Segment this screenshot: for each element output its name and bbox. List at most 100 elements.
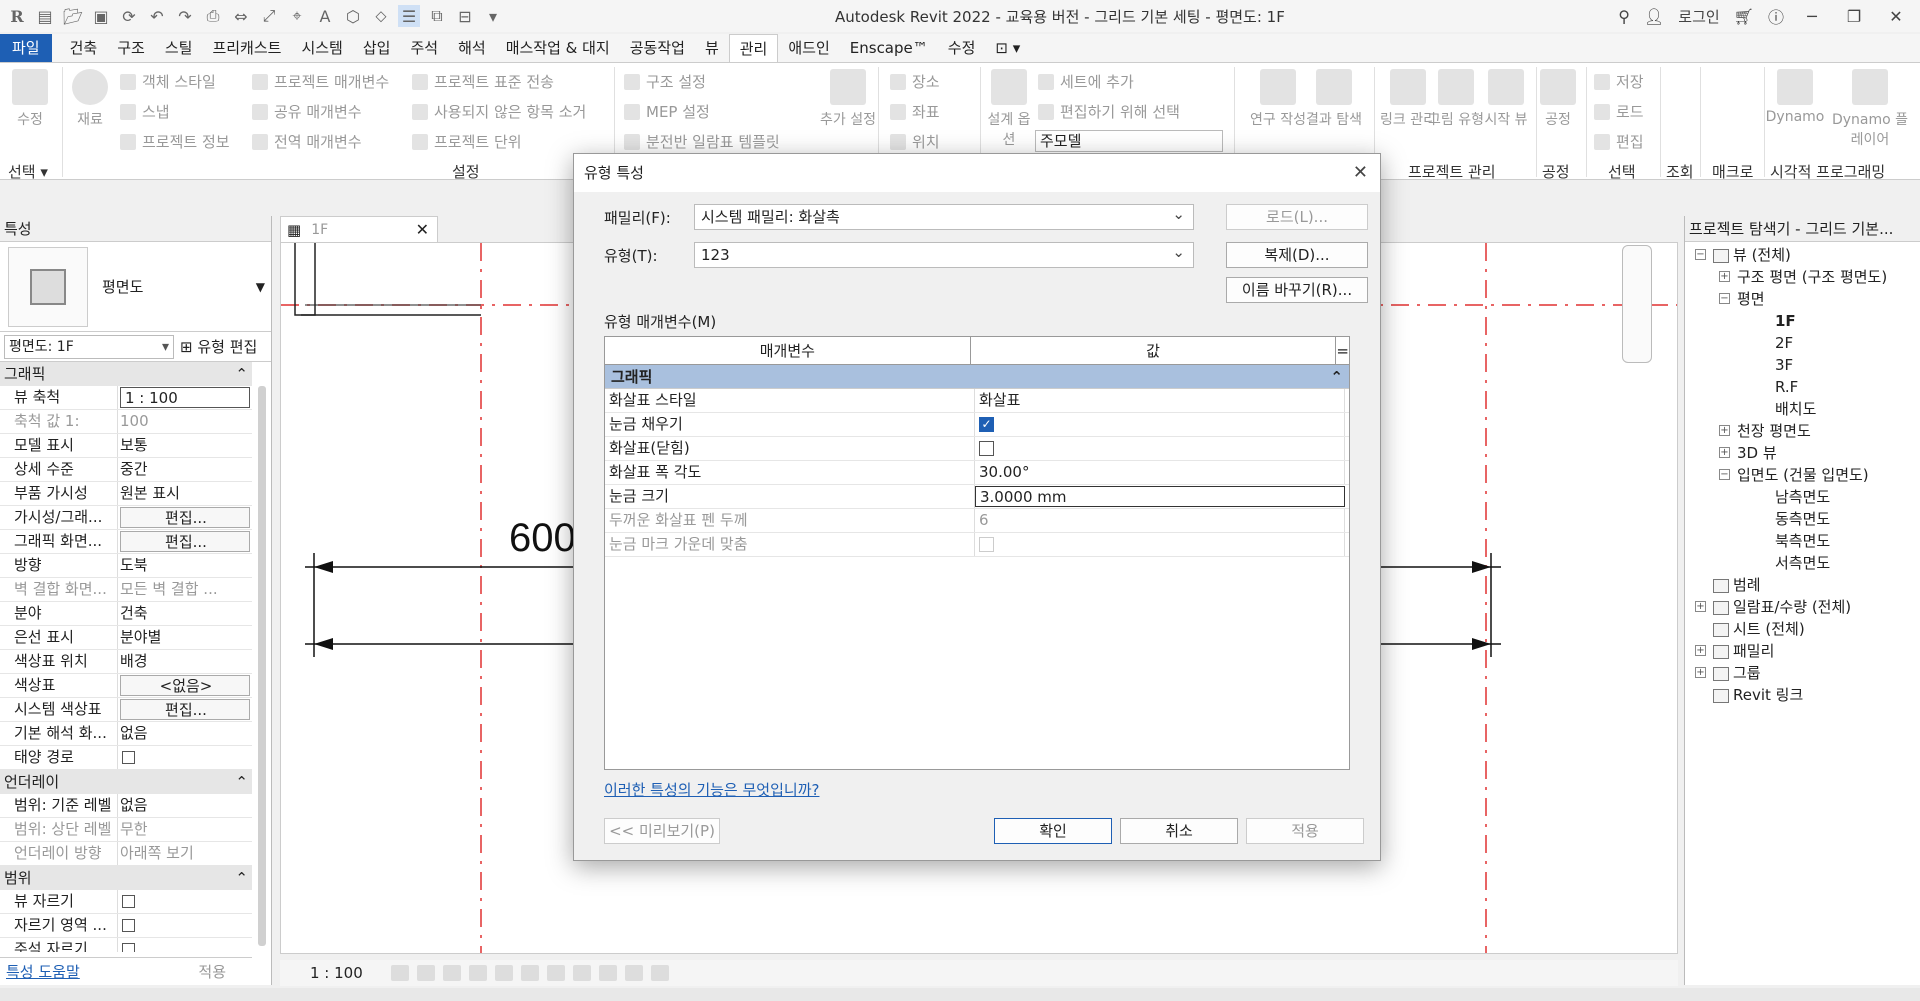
tab-11[interactable]: 뷰 bbox=[695, 34, 729, 62]
browser-item[interactable]: + 구조 평면 (구조 평면도) bbox=[1685, 266, 1920, 288]
design-options-button[interactable]: 설계 옵션 bbox=[984, 69, 1034, 149]
property-value[interactable]: 도북 bbox=[118, 554, 252, 577]
minimize-icon[interactable]: ─ bbox=[1798, 7, 1826, 26]
starting-view-button[interactable]: 시작 뷰 bbox=[1478, 69, 1534, 129]
browser-item[interactable]: 배치도 bbox=[1685, 398, 1920, 420]
shared-params-button[interactable]: 공유 매개변수 bbox=[252, 101, 362, 122]
param-checkbox[interactable] bbox=[979, 441, 994, 456]
mep-settings-button[interactable]: MEP 설정 bbox=[624, 101, 710, 122]
tab-13[interactable]: 애드인 bbox=[778, 34, 839, 62]
location-button[interactable]: 장소 bbox=[890, 71, 940, 92]
login-label[interactable]: 로그인 bbox=[1678, 6, 1719, 27]
type-selector[interactable]: 평면도 ▼ bbox=[0, 242, 271, 332]
revit-logo-icon[interactable]: R bbox=[6, 5, 28, 27]
collapse-icon[interactable]: − bbox=[1695, 249, 1706, 260]
properties-section-header[interactable]: 그래픽 ⌃ bbox=[0, 362, 252, 386]
property-edit-button[interactable]: 편집... bbox=[120, 699, 250, 720]
search-binoculars-icon[interactable]: ⚲ bbox=[1618, 7, 1630, 26]
browser-item[interactable]: + 패밀리 bbox=[1685, 640, 1920, 662]
collapse-icon[interactable]: ⌃ bbox=[235, 362, 248, 385]
tab-10[interactable]: 공동작업 bbox=[620, 34, 695, 62]
add-to-set-button[interactable]: 세트에 추가 bbox=[1038, 71, 1134, 92]
properties-section-header[interactable]: 범위 ⌃ bbox=[0, 866, 252, 890]
collapse-icon[interactable]: − bbox=[1719, 293, 1730, 304]
close-view-icon[interactable]: ✕ bbox=[416, 220, 429, 239]
tab-3[interactable]: 스틸 bbox=[155, 34, 203, 62]
properties-section-header[interactable]: 언더레이 ⌃ bbox=[0, 770, 252, 794]
render-icon[interactable] bbox=[494, 965, 513, 981]
browser-item[interactable]: 3F bbox=[1685, 354, 1920, 376]
expand-icon[interactable]: + bbox=[1719, 425, 1730, 436]
3d-view-icon[interactable]: ⬡ bbox=[342, 5, 364, 27]
property-checkbox[interactable] bbox=[122, 919, 135, 932]
browser-item[interactable]: 2F bbox=[1685, 332, 1920, 354]
purge-button[interactable]: 사용되지 않은 항목 소거 bbox=[412, 101, 586, 122]
cancel-button[interactable]: 취소 bbox=[1120, 818, 1238, 844]
dialog-close-icon[interactable]: ✕ bbox=[1353, 154, 1368, 192]
collapse-icon[interactable]: ⌃ bbox=[235, 770, 248, 793]
show-crop-icon[interactable] bbox=[546, 965, 565, 981]
load-button[interactable]: 로드(L)... bbox=[1226, 204, 1368, 230]
expand-icon[interactable]: + bbox=[1719, 271, 1730, 282]
manage-images-button[interactable]: 그림 유형 bbox=[1428, 69, 1484, 129]
expand-icon[interactable]: + bbox=[1695, 601, 1706, 612]
help-icon[interactable]: ⓘ bbox=[1768, 4, 1784, 28]
tag-icon[interactable]: ⌖ bbox=[286, 5, 308, 27]
preview-button[interactable]: << 미리보기(P) bbox=[604, 818, 720, 844]
home-icon[interactable]: ▤ bbox=[34, 5, 56, 27]
visual-style-icon[interactable] bbox=[416, 965, 435, 981]
property-value[interactable]: 중간 bbox=[118, 458, 252, 481]
additional-settings-button[interactable]: 추가 설정 bbox=[818, 69, 878, 129]
study-create-button[interactable]: 연구 작성 bbox=[1250, 69, 1306, 129]
properties-apply-button[interactable]: 적용 bbox=[198, 961, 226, 982]
tab-4[interactable]: 프리캐스트 bbox=[202, 34, 291, 62]
view-scale[interactable]: 1 : 100 bbox=[310, 964, 363, 982]
property-checkbox[interactable] bbox=[122, 943, 135, 952]
panel-schedule-button[interactable]: 분전반 일람표 템플릿 bbox=[624, 131, 780, 152]
browser-item[interactable]: 시트 (전체) bbox=[1685, 618, 1920, 640]
graphics-section[interactable]: 그래픽 ⌃ bbox=[605, 365, 1349, 389]
value-column-header[interactable]: 값 bbox=[971, 337, 1337, 364]
save-icon[interactable]: ▣ bbox=[90, 5, 112, 27]
formula-column-header[interactable]: = bbox=[1336, 337, 1349, 364]
measure-icon[interactable]: ⇔ bbox=[230, 5, 252, 27]
snap-button[interactable]: 스냅 bbox=[120, 101, 170, 122]
tab-9[interactable]: 매스작업 & 대지 bbox=[496, 34, 620, 62]
reveal-hidden-icon[interactable] bbox=[598, 965, 617, 981]
property-value[interactable]: 없음 bbox=[118, 722, 252, 745]
browser-item[interactable]: − 입면도 (건물 입면도) bbox=[1685, 464, 1920, 486]
browser-item[interactable]: 1F bbox=[1685, 310, 1920, 332]
property-value[interactable]: 건축 bbox=[118, 602, 252, 625]
browser-item[interactable]: R.F bbox=[1685, 376, 1920, 398]
object-style-button[interactable]: 객체 스타일 bbox=[120, 71, 216, 92]
crop-view-icon[interactable] bbox=[520, 965, 539, 981]
property-value[interactable]: 없음 bbox=[118, 794, 252, 817]
customize-qat-icon[interactable]: ▾ bbox=[482, 5, 504, 27]
transfer-standards-button[interactable]: 프로젝트 표준 전송 bbox=[412, 71, 554, 92]
tab-14[interactable]: Enscape™ bbox=[840, 34, 938, 62]
expand-icon[interactable]: + bbox=[1695, 645, 1706, 656]
browser-item[interactable]: − 뷰 (전체) bbox=[1685, 244, 1920, 266]
help-link[interactable]: 이러한 특성의 기능은 무엇입니까? bbox=[604, 779, 819, 800]
temporary-properties-icon[interactable] bbox=[624, 965, 643, 981]
browser-item[interactable]: + 일람표/수량 (전체) bbox=[1685, 596, 1920, 618]
properties-scrollbar[interactable] bbox=[258, 386, 266, 946]
browser-item[interactable]: Revit 링크 bbox=[1685, 684, 1920, 706]
pick-to-edit-button[interactable]: 편집하기 위해 선택 bbox=[1038, 101, 1180, 122]
analytical-model-icon[interactable] bbox=[650, 965, 669, 981]
property-checkbox[interactable] bbox=[122, 895, 135, 908]
property-value[interactable]: 보통 bbox=[118, 434, 252, 457]
global-params-button[interactable]: 전역 매개변수 bbox=[252, 131, 362, 152]
print-icon[interactable]: ⎙ bbox=[202, 5, 224, 27]
property-value[interactable]: 원본 표시 bbox=[118, 482, 252, 505]
tab-2[interactable]: 구조 bbox=[107, 34, 155, 62]
browser-item[interactable]: + 그룹 bbox=[1685, 662, 1920, 684]
result-explore-button[interactable]: 결과 탐색 bbox=[1306, 69, 1362, 129]
coordinates-button[interactable]: 좌표 bbox=[890, 101, 940, 122]
group-select[interactable]: 선택 ▾ bbox=[8, 161, 48, 182]
save-selection-button[interactable]: 저장 bbox=[1594, 71, 1644, 92]
property-edit-button[interactable]: 편집... bbox=[120, 507, 250, 528]
section-icon[interactable]: ⬦ bbox=[370, 5, 392, 27]
param-value[interactable]: 화살표 bbox=[975, 389, 1345, 412]
hide-isolate-icon[interactable] bbox=[572, 965, 591, 981]
